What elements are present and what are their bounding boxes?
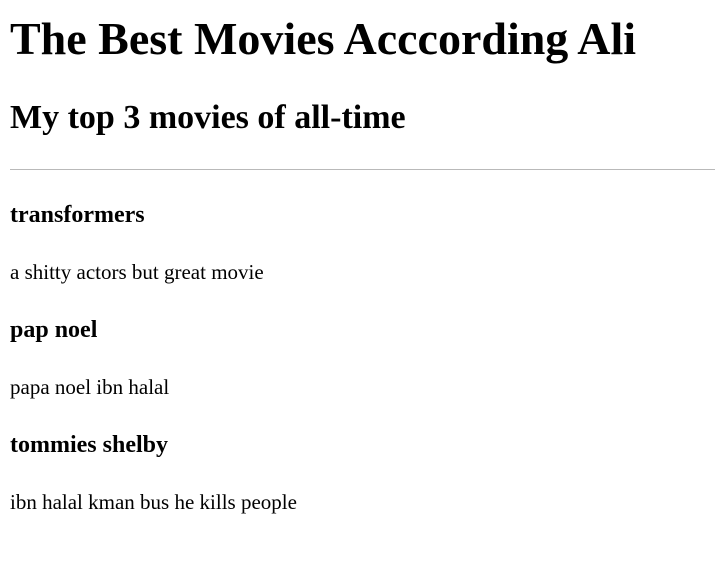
page-subtitle: My top 3 movies of all-time — [10, 99, 406, 136]
movie-title-2: pap noel — [10, 317, 98, 343]
movie-title-1: transformers — [10, 202, 145, 228]
divider — [10, 169, 715, 170]
movie-title-3: tommies shelby — [10, 432, 168, 458]
movie-description-3: ibn halal kman bus he kills people — [10, 490, 297, 514]
movie-description-2: papa noel ibn halal — [10, 375, 170, 399]
page-title: The Best Movies Acccording Ali — [10, 13, 637, 64]
movie-description-1: a shitty actors but great movie — [10, 260, 264, 284]
